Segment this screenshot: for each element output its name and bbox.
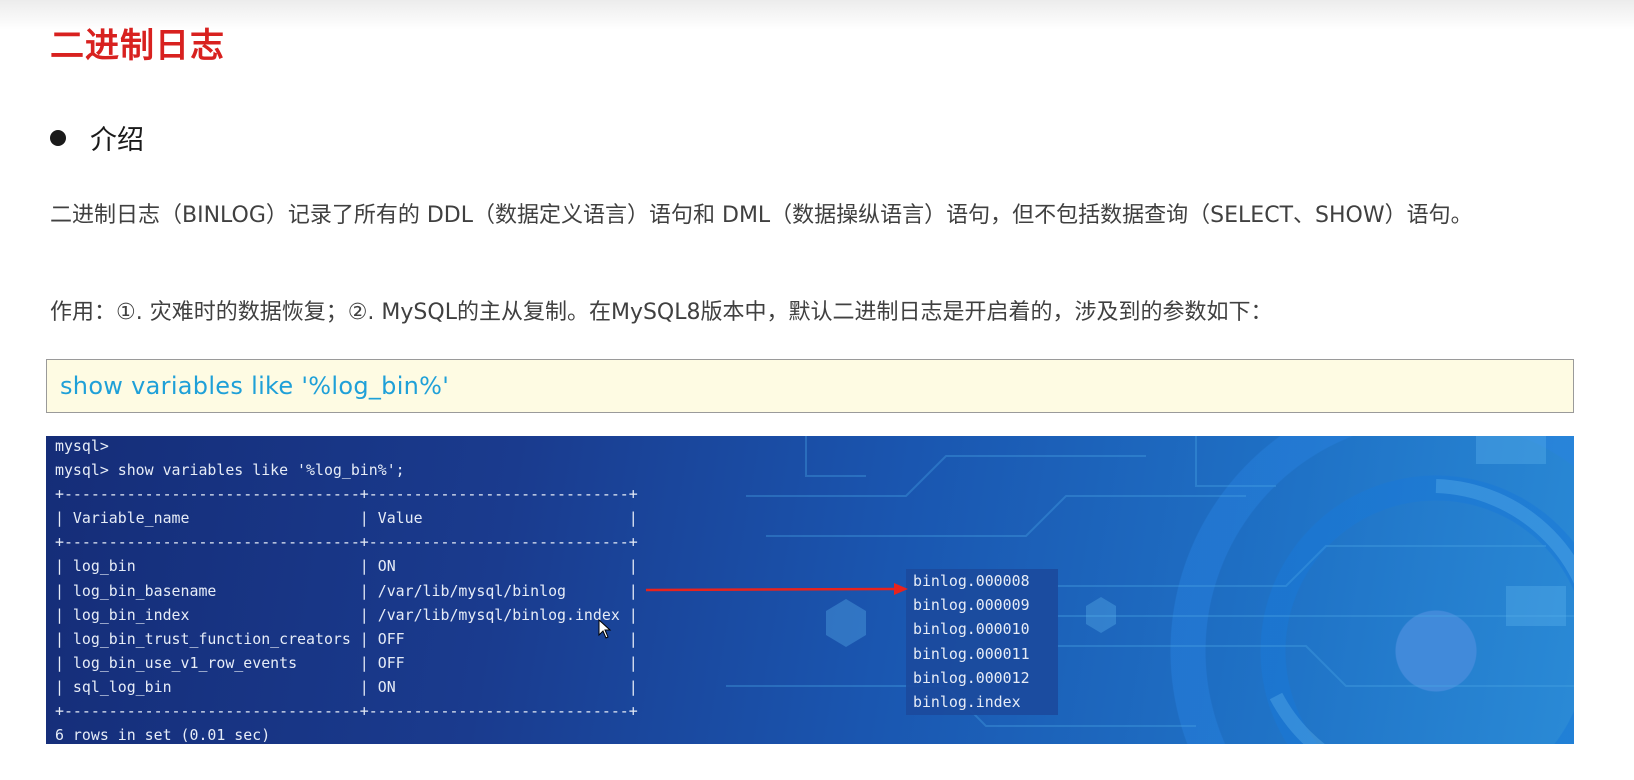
arrow-icon <box>645 583 908 595</box>
bullet-icon <box>50 129 66 146</box>
code-block: show variables like '%log_bin%' <box>46 359 1574 413</box>
top-shade <box>0 0 1634 30</box>
mouse-cursor-icon <box>598 619 612 639</box>
purpose-paragraph: 作用：①. 灾难时的数据恢复；②. MySQL的主从复制。在MySQL8版本中，… <box>50 300 1273 325</box>
page-title: 二进制日志 <box>50 26 225 66</box>
section-heading: 介绍 <box>50 118 144 157</box>
terminal-screenshot: mysql> mysql> show variables like '%log_b… <box>46 436 1574 744</box>
section-label: 介绍 <box>90 125 144 156</box>
intro-paragraph: 二进制日志（BINLOG）记录了所有的 DDL（数据定义语言）语句和 DML（数… <box>50 203 1473 228</box>
code-text: show variables like '%log_bin%' <box>60 372 450 400</box>
